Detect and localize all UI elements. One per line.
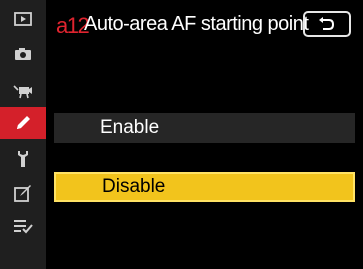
option-label: Disable [102, 176, 166, 197]
menu-title-bar: a12 Auto-area AF starting point [46, 8, 363, 42]
back-arrow-icon [319, 17, 335, 30]
back-button[interactable] [303, 11, 351, 37]
option-enable[interactable]: Enable [54, 113, 355, 143]
playback-icon [14, 12, 32, 26]
sidebar-item-custom-settings[interactable] [0, 107, 46, 139]
page-title: Auto-area AF starting point [84, 13, 309, 35]
wrench-icon [18, 151, 28, 167]
menu-sidebar [0, 0, 46, 269]
sidebar-item-setup[interactable] [0, 143, 46, 175]
sidebar-item-movie-shooting[interactable] [0, 75, 46, 107]
sidebar-item-playback[interactable] [0, 3, 46, 35]
my-menu-icon [14, 220, 33, 234]
retouch-icon [14, 185, 31, 202]
sidebar-item-photo-shooting[interactable] [0, 38, 46, 70]
option-disable[interactable]: Disable [54, 172, 355, 202]
sidebar-item-retouch[interactable] [0, 177, 46, 209]
pencil-icon [17, 116, 30, 129]
movie-icon [13, 85, 32, 99]
camera-icon [15, 48, 31, 60]
option-label: Enable [100, 117, 160, 138]
sidebar-item-my-menu[interactable] [0, 210, 46, 242]
